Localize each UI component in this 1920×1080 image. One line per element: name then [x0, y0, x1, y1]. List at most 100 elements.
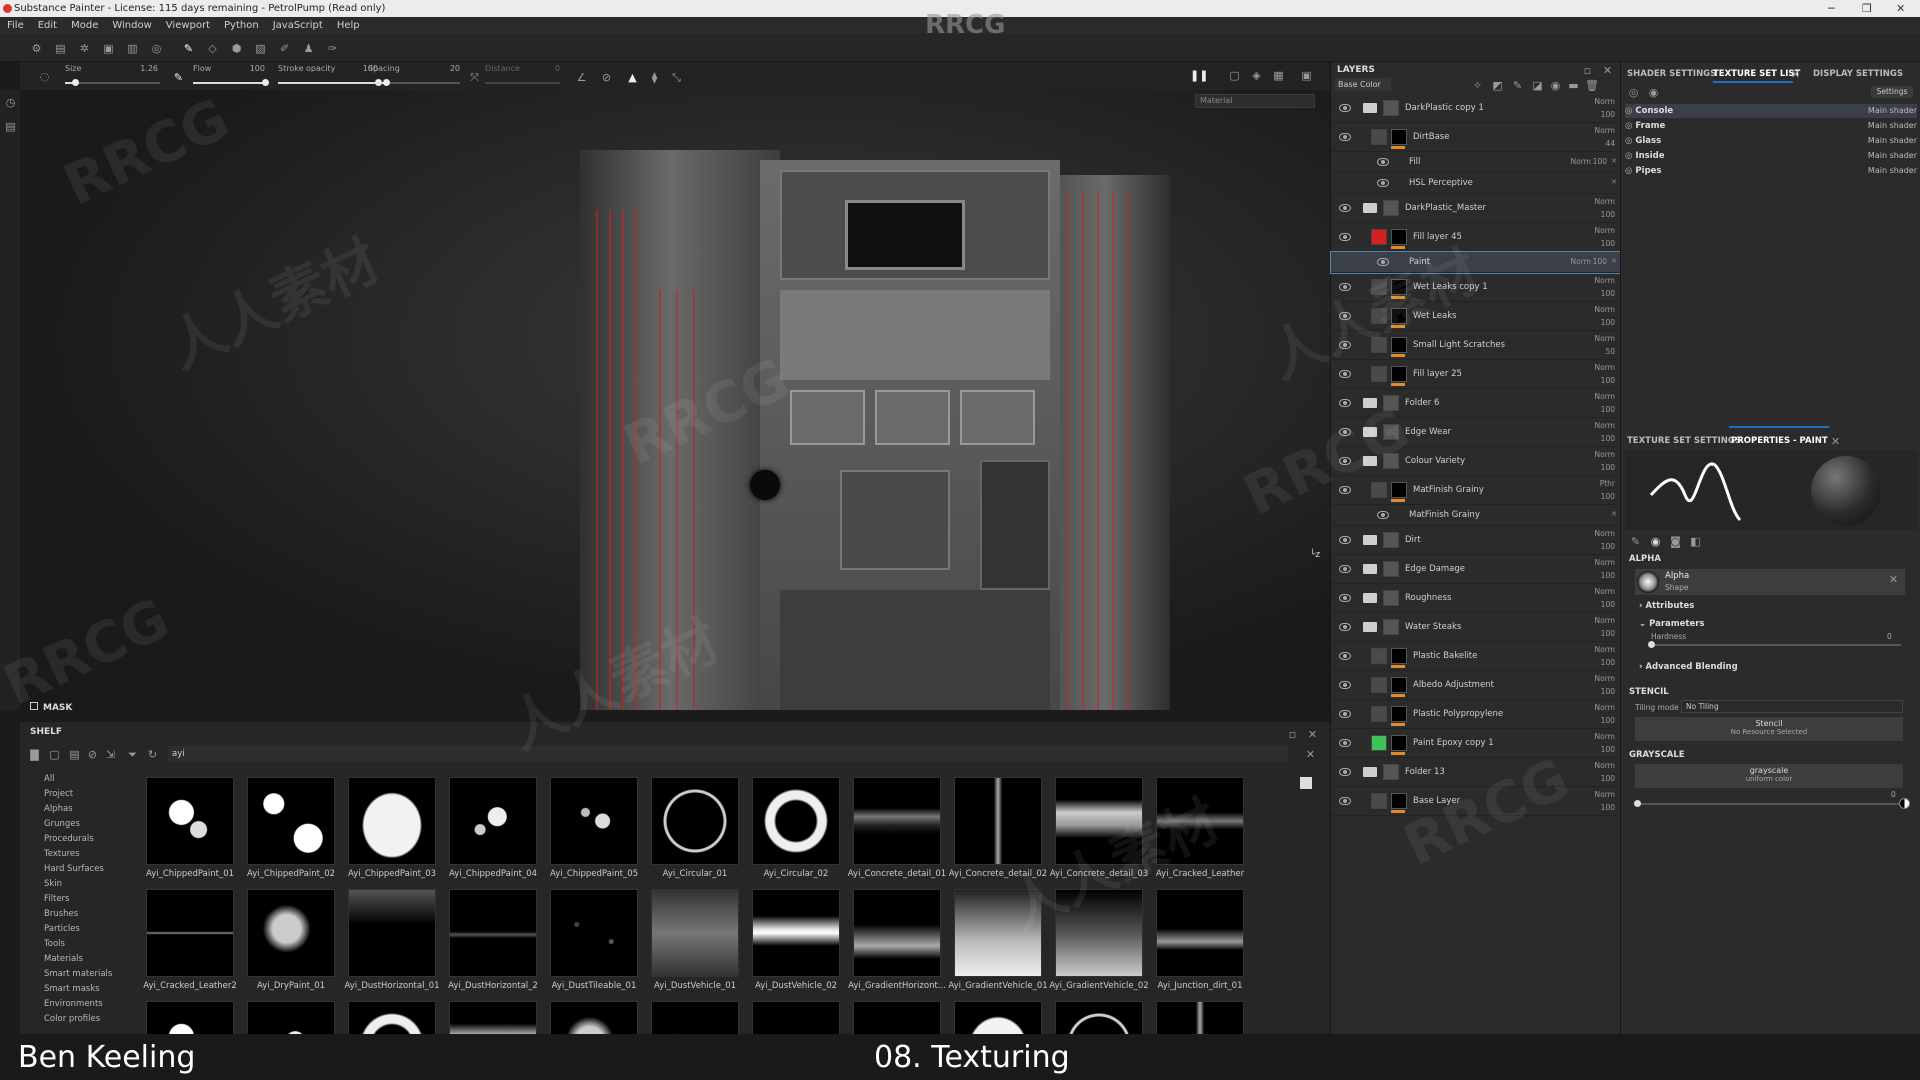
layer-row[interactable]: MatFinish Grainy ✕ [1331, 505, 1621, 526]
brush-tool-icon[interactable]: ✎ [1629, 535, 1642, 548]
blend-mode-select[interactable]: Norm [1575, 276, 1615, 285]
shelf-thumbnail[interactable] [1055, 1001, 1143, 1034]
layer-row[interactable]: Albedo Adjustment Norm 100 [1331, 671, 1621, 700]
layer-row[interactable]: Base Layer Norm 100 [1331, 787, 1621, 816]
texture-set-eye-icon[interactable]: ◎ [1625, 151, 1632, 161]
layer-row[interactable]: Folder 6 Norm 100 [1331, 389, 1621, 418]
shelf-thumbnail[interactable] [853, 889, 941, 977]
shelf-thumbnail[interactable] [146, 1001, 234, 1034]
history-icon[interactable]: ◷ [4, 96, 17, 109]
blend-mode-select[interactable]: Norm [1575, 703, 1615, 712]
tab-properties-paint[interactable]: PROPERTIES - PAINT [1731, 436, 1828, 446]
shelf-category[interactable]: Alphas [20, 802, 130, 817]
shelf-thumbnail[interactable] [550, 777, 638, 865]
viewport-channel-select[interactable]: Material [1195, 94, 1315, 108]
menu-window[interactable]: Window [105, 17, 158, 34]
polygon-fill-icon[interactable]: ▧ [254, 42, 267, 55]
texture-set-eye-icon[interactable]: ◎ [1625, 136, 1632, 146]
blend-mode-select[interactable]: Norm [1575, 392, 1615, 401]
layer-row[interactable]: Wet Leaks copy 1 Norm 100 [1331, 273, 1621, 302]
clone-icon[interactable]: ♟ [302, 42, 315, 55]
symmetry-icon[interactable]: ▲ [626, 71, 639, 84]
new-item-icon[interactable]: ▢ [48, 748, 61, 761]
blend-mode-select[interactable]: Norm [1575, 363, 1615, 372]
shelf-thumbnail[interactable] [752, 777, 840, 865]
picker-icon[interactable]: ✑ [326, 42, 339, 55]
symmetry-off-icon[interactable]: ⊘ [600, 71, 613, 84]
smudge-icon[interactable]: ✐ [278, 42, 291, 55]
shelf-thumbnail[interactable] [752, 889, 840, 977]
tab-texture-set-settings[interactable]: TEXTURE SET SETTINGS [1627, 436, 1741, 446]
shelf-thumbnail[interactable] [1156, 1001, 1244, 1034]
shelf-thumbnail[interactable] [449, 1001, 537, 1034]
opacity-value[interactable]: 100 [1575, 658, 1615, 667]
layer-row[interactable]: Water Steaks Norm 100 [1331, 613, 1621, 642]
mask-checkbox[interactable] [30, 702, 38, 710]
camera-icon[interactable]: ▣ [1300, 69, 1313, 82]
opacity-value[interactable]: 100 [1575, 571, 1615, 580]
shelf-thumbnail[interactable] [651, 889, 739, 977]
texture-set-row[interactable]: ◎ Glass Main shader [1625, 134, 1917, 148]
remove-effect-icon[interactable]: ✕ [1611, 510, 1617, 518]
texture-set-eye-icon[interactable]: ◎ [1625, 121, 1632, 131]
line-mode-icon[interactable]: ⧫ [648, 71, 661, 84]
blend-mode-select[interactable]: Norm [1575, 197, 1615, 206]
import-icon[interactable]: ⇲ [104, 748, 117, 761]
visibility-eye-icon[interactable] [1339, 428, 1351, 436]
layer-row[interactable]: MatFinish Grainy Pthr 100 [1331, 476, 1621, 505]
shelf-thumbnail[interactable] [348, 777, 436, 865]
opacity-value[interactable]: 100 [1575, 289, 1615, 298]
spacing-slider[interactable] [368, 79, 460, 86]
layer-row[interactable]: DirtBase Norm 44 [1331, 123, 1621, 152]
blend-mode-select[interactable]: Norm [1575, 587, 1615, 596]
close-properties-tab-icon[interactable]: ✕ [1829, 435, 1842, 448]
visibility-eye-icon[interactable] [1339, 710, 1351, 718]
add-effect-icon[interactable]: ✧ [1471, 79, 1484, 92]
shelf-category[interactable]: All [20, 772, 130, 787]
visibility-eye-icon[interactable] [1339, 204, 1351, 212]
tab-texture-set-list[interactable]: TEXTURE SET LIST [1713, 69, 1800, 79]
maximize-button[interactable]: ❐ [1862, 0, 1872, 17]
shelf-thumbnail[interactable] [1156, 889, 1244, 977]
shelf-thumbnail[interactable] [954, 1001, 1042, 1034]
shelf-thumbnail[interactable] [146, 889, 234, 977]
tiling-mode-select[interactable]: No Tiling [1681, 700, 1903, 713]
visibility-eye-icon[interactable] [1339, 104, 1351, 112]
shelf-thumbnail[interactable] [348, 889, 436, 977]
layer-row[interactable]: DarkPlastic_Master Norm 100 [1331, 194, 1621, 223]
layers-close-icon[interactable]: ✕ [1601, 64, 1614, 77]
visibility-eye-icon[interactable] [1339, 565, 1351, 573]
projection-icon[interactable]: ⬢ [230, 42, 243, 55]
grayscale-resource-button[interactable]: grayscale uniform color [1635, 764, 1903, 788]
menu-file[interactable]: File [0, 17, 31, 34]
shelf-thumbnail[interactable] [1055, 889, 1143, 977]
opacity-value[interactable]: 100 [1575, 629, 1615, 638]
remove-effect-icon[interactable]: ✕ [1611, 257, 1617, 265]
shelf-category[interactable]: Materials [20, 952, 130, 967]
hardness-slider[interactable] [1648, 641, 1901, 648]
brush-shape-icon[interactable]: ◌ [38, 70, 51, 83]
opacity-value[interactable]: 100 [1575, 687, 1615, 696]
visibility-eye-icon[interactable] [1339, 536, 1351, 544]
blend-mode-select[interactable]: Norm [1575, 334, 1615, 343]
layer-row[interactable]: HSL Perceptive ✕ [1331, 173, 1621, 194]
blend-mode-select[interactable]: Norm [1575, 529, 1615, 538]
shelf-thumbnail[interactable] [550, 1001, 638, 1034]
shelf-thumbnail[interactable] [247, 777, 335, 865]
layer-row[interactable]: Paint Epoxy copy 1 Norm 100 [1331, 729, 1621, 758]
blend-mode-select[interactable]: Norm [1575, 421, 1615, 430]
visibility-eye-icon[interactable] [1339, 681, 1351, 689]
opacity-value[interactable]: 100 [1575, 542, 1615, 551]
shelf-category[interactable]: Color profiles [20, 1012, 130, 1027]
pause-icon[interactable]: ❚❚ [1190, 69, 1208, 82]
shelf-thumbnail[interactable] [146, 777, 234, 865]
settings-button[interactable]: Settings [1871, 86, 1913, 98]
blend-mode-select[interactable]: Norm [1575, 645, 1615, 654]
close-texture-set-tab-icon[interactable]: ✕ [1789, 68, 1802, 81]
search-clear-icon[interactable]: ✕ [1304, 748, 1317, 761]
opacity-value[interactable]: 100 [1575, 110, 1615, 119]
layer-row[interactable]: Plastic Bakelite Norm 100 [1331, 642, 1621, 671]
texture-set-shader[interactable]: Main shader [1868, 119, 1917, 133]
visibility-eye-icon[interactable] [1339, 312, 1351, 320]
view-split-icon[interactable]: ▦ [1272, 69, 1285, 82]
